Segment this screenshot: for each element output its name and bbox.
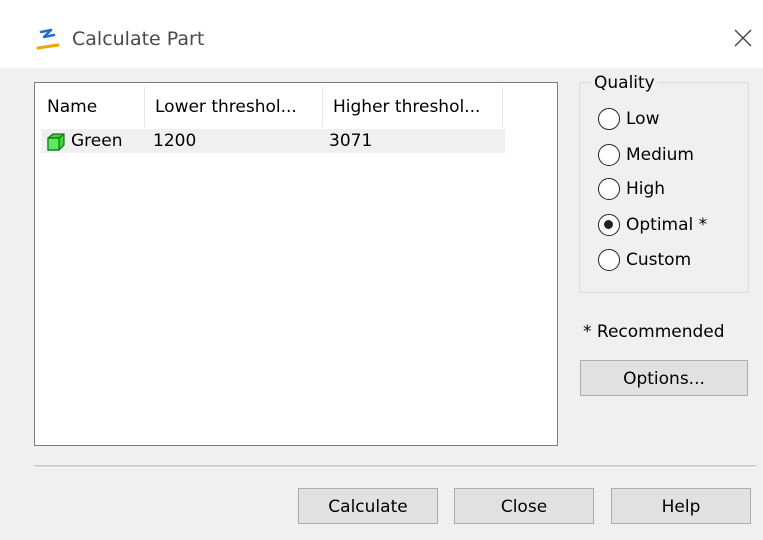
part-name: Green <box>71 131 123 151</box>
recommended-note: * Recommended <box>583 322 725 342</box>
radio-circle-icon <box>598 144 620 166</box>
radio-dot-icon <box>604 220 613 229</box>
radio-label: Medium <box>626 145 694 165</box>
table-row[interactable]: Green 1200 3071 <box>41 129 505 153</box>
radio-label: Custom <box>626 250 692 270</box>
radio-circle-icon <box>598 108 620 130</box>
radio-selected-icon <box>598 214 620 236</box>
close-icon[interactable] <box>731 26 755 50</box>
app-logo-icon <box>36 28 60 50</box>
radio-circle-icon <box>598 249 620 271</box>
column-header-lower-threshold[interactable]: Lower threshol... <box>145 87 323 127</box>
radio-label: Optimal * <box>626 215 708 235</box>
radio-circle-icon <box>598 178 620 200</box>
calculate-button[interactable]: Calculate <box>298 488 438 524</box>
options-button[interactable]: Options... <box>580 360 748 396</box>
separator <box>34 465 756 468</box>
title-bar: Calculate Part <box>0 0 763 68</box>
calculate-part-dialog: Calculate Part Name Lower threshol... Hi… <box>0 0 763 540</box>
parts-list[interactable]: Name Lower threshol... Higher threshol..… <box>34 82 558 446</box>
radio-label: Low <box>626 109 660 129</box>
lower-threshold-value: 1200 <box>153 131 197 151</box>
quality-group-label: Quality <box>592 72 657 94</box>
column-header-name[interactable]: Name <box>37 87 145 127</box>
radio-label: High <box>626 179 666 199</box>
help-button[interactable]: Help <box>611 488 751 524</box>
column-header-higher-threshold[interactable]: Higher threshol... <box>323 87 503 127</box>
green-cube-icon <box>47 133 65 151</box>
higher-threshold-value: 3071 <box>329 131 373 151</box>
window-title: Calculate Part <box>72 28 205 50</box>
close-button[interactable]: Close <box>454 488 594 524</box>
